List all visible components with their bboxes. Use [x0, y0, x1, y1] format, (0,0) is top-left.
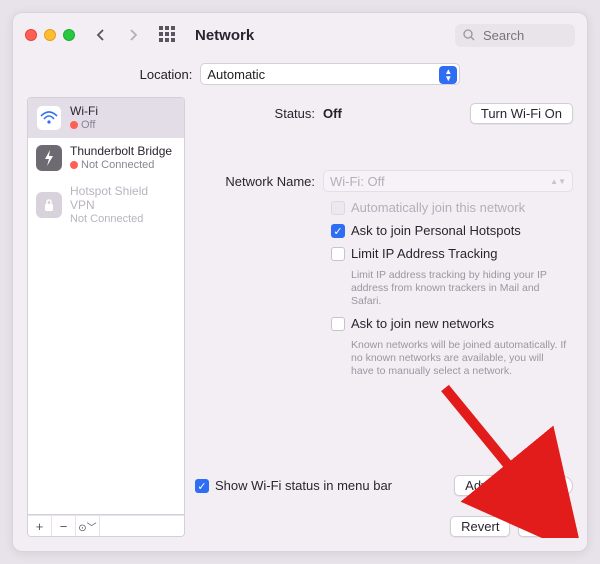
- service-sidebar: Wi-Fi Off Thunderbolt Bridge Not Connect…: [27, 97, 185, 537]
- add-service-button[interactable]: +: [28, 516, 52, 536]
- personal-hotspots-checkbox[interactable]: ✓: [331, 224, 345, 238]
- location-select[interactable]: Automatic ▲▼: [200, 63, 460, 85]
- search-input[interactable]: [481, 27, 561, 44]
- turn-wifi-on-button[interactable]: Turn Wi-Fi On: [470, 103, 573, 124]
- ask-new-label: Ask to join new networks: [351, 316, 494, 331]
- show-all-icon[interactable]: [159, 26, 177, 44]
- lock-icon: [36, 192, 62, 218]
- window-controls: [25, 29, 75, 41]
- advanced-button[interactable]: Advanced…: [454, 475, 547, 496]
- status-value: Off: [323, 106, 342, 121]
- ask-new-checkbox[interactable]: [331, 317, 345, 331]
- network-name-label: Network Name:: [195, 174, 323, 189]
- location-label: Location:: [140, 67, 193, 82]
- network-preferences-window: Network Location: Automatic ▲▼ Wi-Fi Off: [12, 12, 588, 552]
- status-label: Status:: [195, 106, 323, 121]
- chevron-up-down-icon: ▲▼: [439, 66, 457, 84]
- revert-button[interactable]: Revert: [450, 516, 510, 537]
- forward-button[interactable]: [121, 24, 145, 46]
- show-menu-label: Show Wi-Fi status in menu bar: [215, 478, 392, 493]
- search-field[interactable]: [455, 24, 575, 47]
- status-dot-icon: [70, 161, 78, 169]
- auto-join-label: Automatically join this network: [351, 200, 525, 215]
- location-value: Automatic: [207, 67, 265, 82]
- minimize-icon[interactable]: [44, 29, 56, 41]
- network-name-value: Wi-Fi: Off: [330, 174, 385, 189]
- zoom-icon[interactable]: [63, 29, 75, 41]
- status-dot-icon: [70, 121, 78, 129]
- sidebar-item-label: Hotspot Shield VPN: [70, 184, 176, 212]
- wifi-icon: [36, 105, 62, 131]
- sidebar-item-wifi[interactable]: Wi-Fi Off: [28, 98, 184, 138]
- search-icon: [463, 29, 475, 41]
- back-button[interactable]: [89, 24, 113, 46]
- detail-panel: Status: Off Turn Wi-Fi On Network Name: …: [195, 97, 573, 537]
- remove-service-button[interactable]: −: [52, 516, 76, 536]
- network-name-select: Wi-Fi: Off ▲▼: [323, 170, 573, 192]
- sidebar-item-vpn[interactable]: Hotspot Shield VPN Not Connected: [28, 178, 184, 232]
- service-actions-button[interactable]: ⊙﹀: [76, 516, 100, 536]
- location-row: Location: Automatic ▲▼: [13, 57, 587, 97]
- auto-join-checkbox: [331, 201, 345, 215]
- help-button[interactable]: ?: [553, 476, 573, 496]
- sidebar-item-thunderbolt[interactable]: Thunderbolt Bridge Not Connected: [28, 138, 184, 178]
- close-icon[interactable]: [25, 29, 37, 41]
- personal-hotspots-label: Ask to join Personal Hotspots: [351, 223, 521, 238]
- sidebar-item-label: Thunderbolt Bridge: [70, 144, 172, 158]
- ask-new-help: Known networks will be joined automatica…: [195, 339, 573, 378]
- thunderbolt-icon: [36, 145, 62, 171]
- titlebar: Network: [13, 13, 587, 57]
- chevron-up-down-icon: ▲▼: [550, 178, 566, 185]
- show-menu-checkbox[interactable]: ✓: [195, 479, 209, 493]
- limit-ip-checkbox[interactable]: [331, 247, 345, 261]
- limit-ip-label: Limit IP Address Tracking: [351, 246, 497, 261]
- apply-button[interactable]: Apply: [518, 516, 573, 537]
- sidebar-toolbar: + − ⊙﹀: [27, 515, 185, 537]
- sidebar-item-label: Wi-Fi: [70, 104, 98, 118]
- service-list[interactable]: Wi-Fi Off Thunderbolt Bridge Not Connect…: [27, 97, 185, 515]
- limit-ip-help: Limit IP address tracking by hiding your…: [195, 269, 573, 308]
- window-title: Network: [195, 27, 254, 44]
